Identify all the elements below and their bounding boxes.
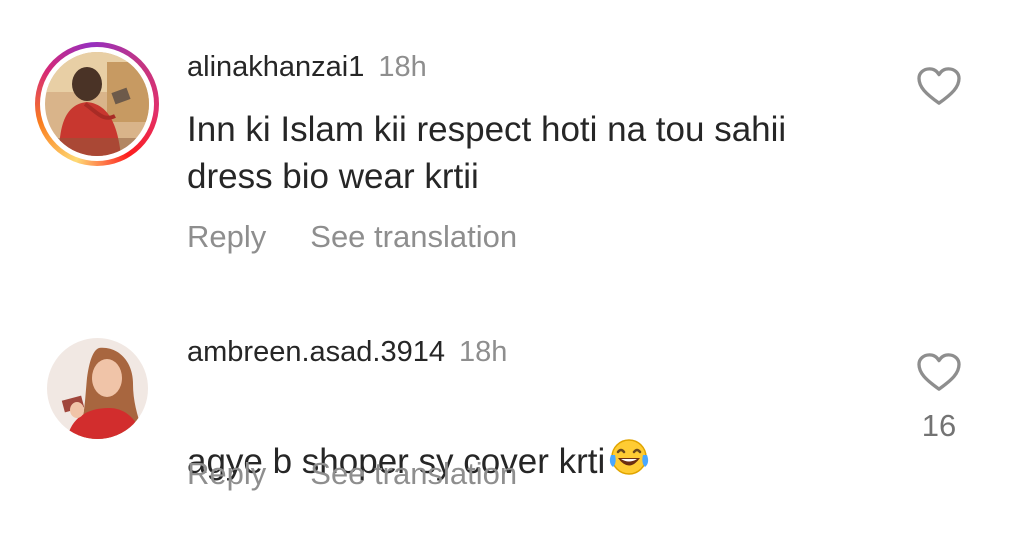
heart-icon[interactable]: [916, 352, 962, 392]
heart-icon[interactable]: [916, 66, 962, 106]
reply-button[interactable]: Reply: [187, 456, 266, 491]
see-translation-button[interactable]: See translation: [310, 456, 517, 491]
username[interactable]: alinakhanzai1: [187, 51, 364, 83]
avatar[interactable]: [47, 338, 148, 439]
comment-item: ambreen.asad.3914 18h agye b shoper sy co…: [0, 280, 1024, 539]
comment-item: alinakhanzai1 18h Inn ki Islam kii respec…: [0, 0, 1024, 280]
see-translation-button[interactable]: See translation: [310, 219, 517, 254]
comment-header: alinakhanzai1 18h: [187, 50, 427, 84]
comment-actions: Reply See translation: [187, 456, 561, 492]
avatar-photo: [47, 338, 148, 439]
comment-actions: Reply See translation: [187, 219, 561, 255]
comment-text: Inn ki Islam kii respect hoti na tou sah…: [187, 110, 787, 196]
laughing-tears-emoji-icon: [607, 437, 651, 489]
avatar-story-ring[interactable]: [35, 42, 159, 166]
comment-header: ambreen.asad.3914 18h: [187, 335, 507, 369]
timestamp: 18h: [458, 336, 508, 368]
like-count: 16: [921, 408, 957, 443]
timestamp: 18h: [378, 51, 427, 83]
avatar[interactable]: [45, 52, 149, 156]
avatar-photo: [45, 52, 149, 156]
reply-button[interactable]: Reply: [187, 219, 266, 254]
username[interactable]: ambreen.asad.3914: [187, 336, 445, 368]
